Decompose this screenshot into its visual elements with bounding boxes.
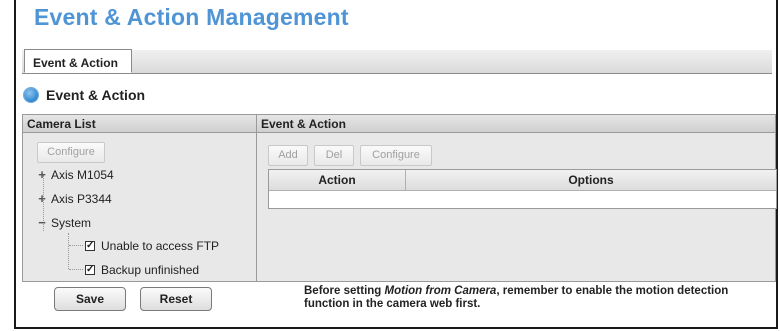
- tree-item-label: System: [51, 215, 92, 230]
- action-table: Action Options: [268, 169, 777, 209]
- tree-branch-line: [69, 245, 83, 246]
- action-configure-button[interactable]: Configure: [360, 145, 432, 166]
- tab-event-action[interactable]: Event & Action: [24, 49, 132, 73]
- tree-item-label: Axis P3344: [51, 191, 112, 206]
- reset-button[interactable]: Reset: [140, 287, 212, 311]
- tree-item-label: Backup unfinished: [101, 263, 200, 277]
- column-header-action[interactable]: Action: [269, 170, 406, 190]
- section-heading: Event & Action: [24, 87, 145, 103]
- checkbox-unable-ftp[interactable]: ✓: [85, 241, 95, 251]
- camera-configure-button[interactable]: Configure: [37, 142, 105, 163]
- tree-item-axis-p3344[interactable]: + Axis P3344: [37, 191, 112, 206]
- checkbox-backup-unfinished[interactable]: ✓: [85, 265, 95, 275]
- del-button[interactable]: Del: [314, 145, 354, 166]
- bullet-icon: [24, 88, 38, 102]
- note-text-emphasis: Motion from Camera: [384, 285, 497, 297]
- page-title: Event & Action Management: [34, 4, 349, 30]
- tree-item-label: Unable to access FTP: [101, 239, 220, 253]
- camera-list-header: Camera List: [23, 115, 256, 133]
- tree-branch-line: [69, 269, 83, 270]
- section-title: Event & Action: [46, 87, 146, 103]
- tree-item-system[interactable]: − System: [37, 215, 91, 230]
- panels-container: Camera List Configure + Axis M1054 + Axi…: [22, 114, 777, 282]
- table-header: Action Options: [269, 170, 776, 191]
- motion-note: Before setting Motion from Camera, remem…: [304, 285, 774, 311]
- event-action-panel: Event & Action Add Del Configure Action …: [257, 115, 777, 281]
- main-frame: Event & Action Management Event & Action…: [14, 0, 778, 329]
- expand-icon[interactable]: +: [37, 191, 47, 206]
- collapse-icon[interactable]: −: [37, 215, 47, 230]
- tree-item-backup-unfinished[interactable]: ✓ Backup unfinished: [85, 263, 199, 277]
- note-text-before: Before setting: [304, 285, 385, 297]
- expand-icon[interactable]: +: [37, 167, 47, 182]
- add-button[interactable]: Add: [268, 145, 308, 166]
- camera-list-panel: Camera List Configure + Axis M1054 + Axi…: [23, 115, 257, 281]
- tree-item-label: Axis M1054: [51, 167, 114, 182]
- tree-item-axis-m1054[interactable]: + Axis M1054: [37, 167, 114, 182]
- tab-bar: Event & Action: [22, 49, 772, 74]
- save-button[interactable]: Save: [54, 287, 126, 311]
- tree-item-unable-ftp[interactable]: ✓ Unable to access FTP: [85, 239, 219, 253]
- column-header-options[interactable]: Options: [406, 170, 776, 190]
- tree-guide-line-child: [68, 233, 69, 269]
- event-action-header: Event & Action: [257, 115, 775, 133]
